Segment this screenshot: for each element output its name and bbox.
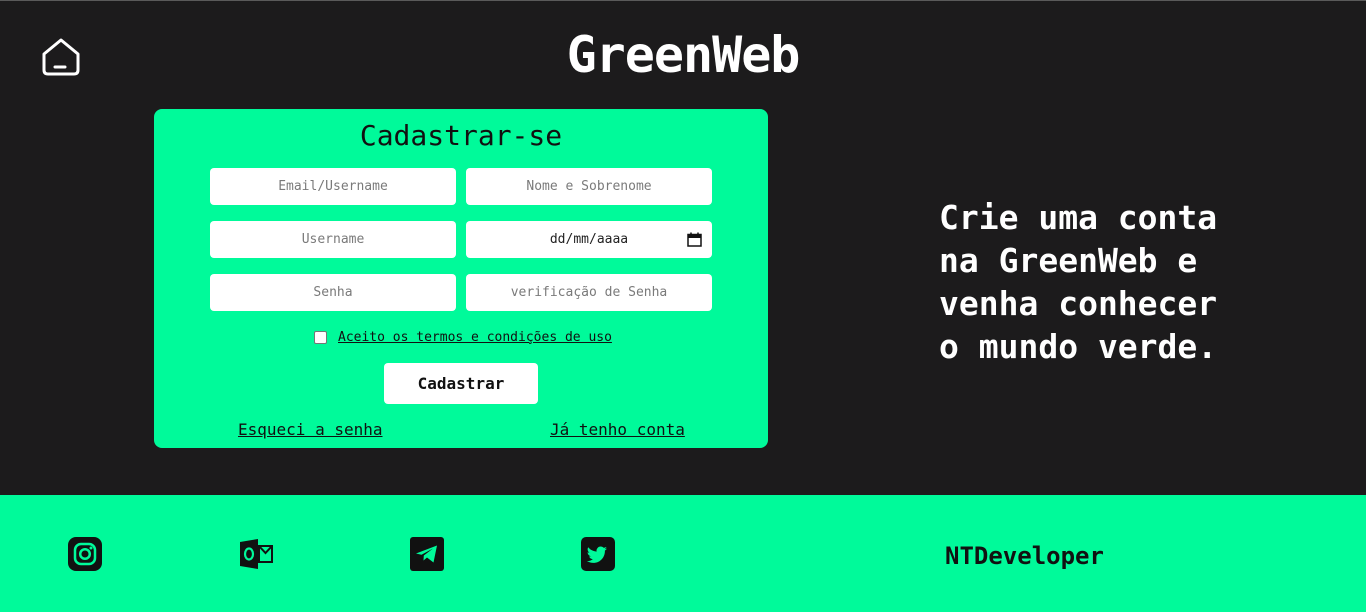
site-title: GreenWeb — [566, 26, 801, 84]
tagline-line: venha conhecer — [939, 284, 1218, 323]
birthdate-field[interactable]: dd/mm/aaaa — [466, 221, 712, 258]
instagram-icon[interactable] — [67, 536, 103, 572]
password-confirm-field[interactable] — [466, 274, 712, 311]
terms-row: Aceito os termos e condições de uso — [314, 328, 612, 346]
developer-name: NTDeveloper — [945, 542, 1104, 570]
fullname-field[interactable] — [466, 168, 712, 205]
birthdate-value: dd/mm/aaaa — [549, 232, 629, 247]
footer: NTDeveloper — [0, 495, 1366, 612]
email-field[interactable] — [210, 168, 456, 205]
tagline: Crie uma conta na GreenWeb e venha conhe… — [939, 196, 1259, 368]
twitter-icon[interactable] — [580, 536, 616, 572]
username-field[interactable] — [210, 221, 456, 258]
forgot-password-link[interactable]: Esqueci a senha — [238, 420, 383, 439]
terms-link[interactable]: Aceito os termos e condições de uso — [338, 330, 612, 345]
have-account-link[interactable]: Já tenho conta — [550, 420, 685, 439]
telegram-icon[interactable] — [409, 536, 445, 572]
tagline-line: o mundo verde. — [939, 327, 1218, 366]
tagline-line: Crie uma conta — [939, 198, 1218, 237]
calendar-icon[interactable] — [687, 232, 702, 247]
signup-button[interactable]: Cadastrar — [384, 363, 538, 404]
signup-title: Cadastrar-se — [359, 119, 563, 152]
tagline-line: na GreenWeb e — [939, 241, 1198, 280]
outlook-icon[interactable] — [238, 536, 274, 572]
top-border — [0, 0, 1366, 1]
terms-checkbox[interactable] — [314, 330, 327, 344]
signup-card: Cadastrar-se dd/mm/aaaa Aceito os termos… — [154, 109, 768, 448]
password-field[interactable] — [210, 274, 456, 311]
